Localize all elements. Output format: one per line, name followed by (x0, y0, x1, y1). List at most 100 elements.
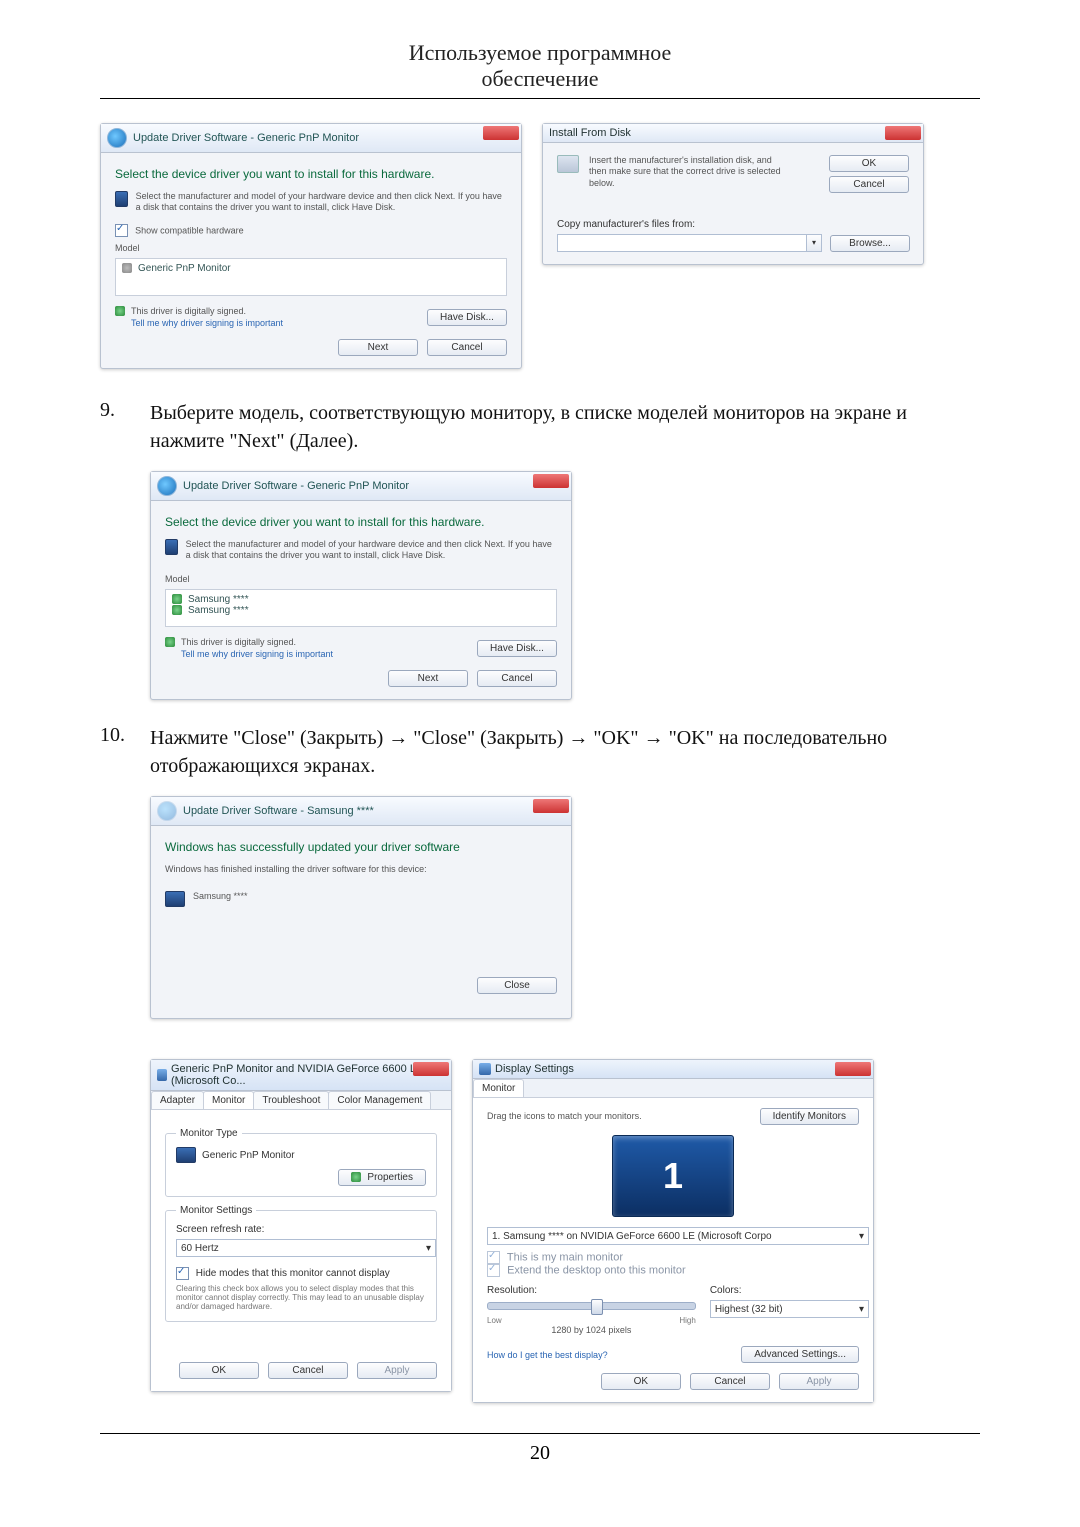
hide-modes-description: Clearing this check box allows you to se… (176, 1284, 426, 1311)
list-item[interactable]: Samsung **** (172, 594, 550, 605)
slider-high-label: High (679, 1316, 695, 1325)
page-number: 20 (100, 1434, 980, 1465)
why-signing-link[interactable]: Tell me why driver signing is important (131, 318, 283, 328)
titlebar-text: Generic PnP Monitor and NVIDIA GeForce 6… (171, 1063, 445, 1087)
advanced-settings-button[interactable]: Advanced Settings... (741, 1346, 859, 1363)
chevron-down-icon: ▾ (859, 1304, 864, 1315)
close-icon[interactable] (533, 474, 569, 488)
shield-icon (122, 263, 132, 273)
shield-icon (172, 594, 182, 604)
breadcrumb: Update Driver Software - Generic PnP Mon… (101, 124, 521, 153)
display-settings-dialog: Display Settings Monitor Drag the icons … (472, 1059, 874, 1403)
colors-select[interactable]: Highest (32 bit) ▾ (710, 1300, 869, 1318)
chevron-down-icon[interactable]: ▾ (807, 234, 822, 252)
tab-troubleshoot[interactable]: Troubleshoot (253, 1091, 329, 1109)
disk-icon (557, 155, 579, 173)
ok-button[interactable]: OK (601, 1373, 681, 1390)
cancel-button[interactable]: Cancel (477, 670, 557, 687)
refresh-rate-select[interactable]: 60 Hertz ▾ (176, 1239, 436, 1257)
resolution-slider[interactable] (487, 1302, 696, 1310)
page-header: Используемое программное обеспечение (100, 40, 980, 92)
main-monitor-label: This is my main monitor (507, 1251, 623, 1263)
header-underline (100, 98, 980, 99)
resolution-value: 1280 by 1024 pixels (487, 1325, 696, 1336)
model-listbox[interactable]: Samsung **** Samsung **** (165, 589, 557, 627)
identify-monitors-button[interactable]: Identify Monitors (760, 1108, 859, 1125)
breadcrumb-text: Update Driver Software - Samsung **** (183, 805, 374, 817)
cancel-button[interactable]: Cancel (427, 339, 507, 356)
next-button[interactable]: Next (388, 670, 468, 687)
model-listbox[interactable]: Generic PnP Monitor (115, 258, 507, 296)
ok-button[interactable]: OK (829, 155, 909, 172)
show-compatible-checkbox[interactable] (115, 224, 128, 237)
have-disk-button[interactable]: Have Disk... (477, 640, 557, 657)
step-9: 9. Выберите модель, соответствующую мони… (100, 399, 980, 455)
close-icon[interactable] (885, 126, 921, 140)
step-text: Выберите модель, соответствующую монитор… (150, 399, 980, 455)
shield-icon (351, 1172, 361, 1182)
tab-bar: Monitor (473, 1079, 873, 1098)
list-item[interactable]: Generic PnP Monitor (122, 263, 500, 274)
breadcrumb: Update Driver Software - Samsung **** (151, 797, 571, 826)
dialog-titlebar: Display Settings (473, 1060, 873, 1079)
best-display-link[interactable]: How do I get the best display? (487, 1350, 608, 1360)
tab-monitor[interactable]: Monitor (203, 1091, 254, 1109)
have-disk-button[interactable]: Have Disk... (427, 309, 507, 326)
dialog-titlebar: Generic PnP Monitor and NVIDIA GeForce 6… (151, 1060, 451, 1091)
header-line2: обеспечение (100, 66, 980, 92)
cancel-button[interactable]: Cancel (690, 1373, 770, 1390)
extend-desktop-label: Extend the desktop onto this monitor (507, 1264, 686, 1276)
update-driver-success-dialog: Update Driver Software - Samsung **** Wi… (150, 796, 572, 1019)
install-from-disk-dialog: Install From Disk Insert the manufacture… (542, 123, 924, 265)
step-number: 9. (100, 399, 134, 455)
back-icon[interactable] (107, 128, 127, 148)
dialog-instruction: Select the manufacturer and model of you… (136, 191, 507, 214)
ok-button[interactable]: OK (179, 1362, 259, 1379)
titlebar-text: Display Settings (495, 1063, 574, 1075)
model-column-header: Model (165, 574, 557, 585)
browse-button[interactable]: Browse... (830, 235, 910, 252)
cancel-button[interactable]: Cancel (268, 1362, 348, 1379)
why-signing-link[interactable]: Tell me why driver signing is important (181, 649, 333, 659)
success-subtext: Windows has finished installing the driv… (165, 864, 557, 875)
copy-path-input[interactable] (557, 234, 807, 252)
apply-button[interactable]: Apply (779, 1373, 859, 1390)
model-item-label: Samsung **** (188, 594, 249, 605)
back-icon[interactable] (157, 476, 177, 496)
extend-desktop-checkbox (487, 1264, 500, 1277)
install-message: Insert the manufacturer's installation d… (589, 155, 789, 189)
show-compatible-label: Show compatible hardware (135, 225, 244, 235)
close-button[interactable]: Close (477, 977, 557, 994)
tab-color-management[interactable]: Color Management (328, 1091, 431, 1109)
installed-device-name: Samsung **** (193, 891, 248, 902)
list-item[interactable]: Samsung **** (172, 605, 550, 616)
dialog-titlebar: Install From Disk (543, 124, 923, 143)
hide-modes-checkbox[interactable] (176, 1267, 189, 1280)
tab-adapter[interactable]: Adapter (151, 1091, 204, 1109)
slider-thumb[interactable] (591, 1299, 603, 1315)
close-icon[interactable] (835, 1062, 871, 1076)
next-button[interactable]: Next (338, 339, 418, 356)
close-icon[interactable] (483, 126, 519, 140)
window-icon (479, 1063, 491, 1075)
refresh-rate-value: 60 Hertz (181, 1243, 219, 1254)
monitor-icon (115, 191, 128, 207)
monitor-properties-dialog: Generic PnP Monitor and NVIDIA GeForce 6… (150, 1059, 452, 1392)
tab-bar: Adapter Monitor Troubleshoot Color Manag… (151, 1091, 451, 1110)
monitor-icon (176, 1147, 196, 1163)
close-icon[interactable] (533, 799, 569, 813)
step-number: 10. (100, 724, 134, 780)
monitor-name: Generic PnP Monitor (202, 1150, 295, 1161)
monitor-select-value: 1. Samsung **** on NVIDIA GeForce 6600 L… (492, 1231, 772, 1242)
copy-path-combo[interactable]: ▾ (557, 234, 822, 252)
close-icon[interactable] (413, 1062, 449, 1076)
dialog-title: Select the device driver you want to ins… (115, 167, 507, 181)
properties-label: Properties (367, 1172, 413, 1183)
monitor-preview-1[interactable]: 1 (612, 1135, 734, 1217)
properties-button[interactable]: Properties (338, 1169, 426, 1186)
monitor-select[interactable]: 1. Samsung **** on NVIDIA GeForce 6600 L… (487, 1227, 869, 1245)
cancel-button[interactable]: Cancel (829, 176, 909, 193)
apply-button[interactable]: Apply (357, 1362, 437, 1379)
tab-monitor[interactable]: Monitor (473, 1079, 524, 1097)
resolution-label: Resolution: (487, 1285, 696, 1296)
